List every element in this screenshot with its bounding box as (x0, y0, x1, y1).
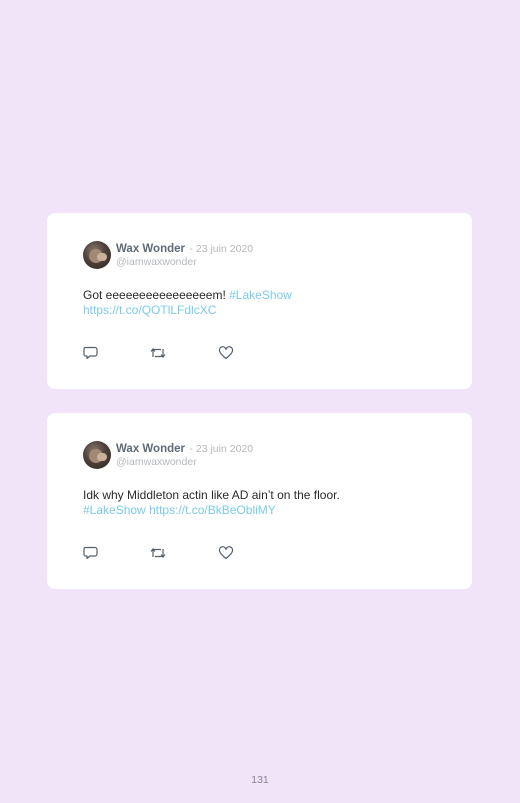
author-handle[interactable]: @iamwaxwonder (116, 256, 253, 269)
hashtag-link[interactable]: #LakeShow (83, 503, 146, 517)
reply-icon[interactable] (83, 546, 99, 560)
retweet-icon[interactable] (150, 346, 166, 360)
tweet-text-plain: Idk why Middleton actin like AD ain’t on… (83, 488, 340, 502)
tweet-text: Got eeeeeeeeeeeeeeeem! #LakeShow https:/… (83, 288, 443, 318)
retweet-icon[interactable] (150, 546, 166, 560)
hashtag-link[interactable]: #LakeShow (229, 288, 292, 302)
url-link[interactable]: https://t.co/QOTlLFdlcXC (83, 303, 216, 317)
tweet-text: Idk why Middleton actin like AD ain’t on… (83, 488, 443, 518)
avatar[interactable] (83, 441, 111, 469)
page-number: 131 (251, 774, 269, 786)
tweet-header: Wax Wonder - 23 juin 2020 @iamwaxwonder (116, 441, 253, 469)
tweet-date[interactable]: - 23 juin 2020 (189, 243, 253, 255)
tweet-card: Wax Wonder - 23 juin 2020 @iamwaxwonder … (47, 213, 472, 389)
avatar[interactable] (83, 241, 111, 269)
tweet-header: Wax Wonder - 23 juin 2020 @iamwaxwonder (116, 241, 253, 269)
tweet-date[interactable]: - 23 juin 2020 (189, 443, 253, 455)
url-link[interactable]: https://t.co/BkBeObliMY (149, 503, 276, 517)
tweet-text-plain: Got eeeeeeeeeeeeeeeem! (83, 288, 230, 302)
author-handle[interactable]: @iamwaxwonder (116, 456, 253, 469)
author-name[interactable]: Wax Wonder (116, 443, 185, 455)
tweet-card: Wax Wonder - 23 juin 2020 @iamwaxwonder … (47, 413, 472, 589)
like-icon[interactable] (218, 346, 234, 360)
like-icon[interactable] (218, 546, 234, 560)
author-name[interactable]: Wax Wonder (116, 243, 185, 255)
reply-icon[interactable] (83, 346, 99, 360)
